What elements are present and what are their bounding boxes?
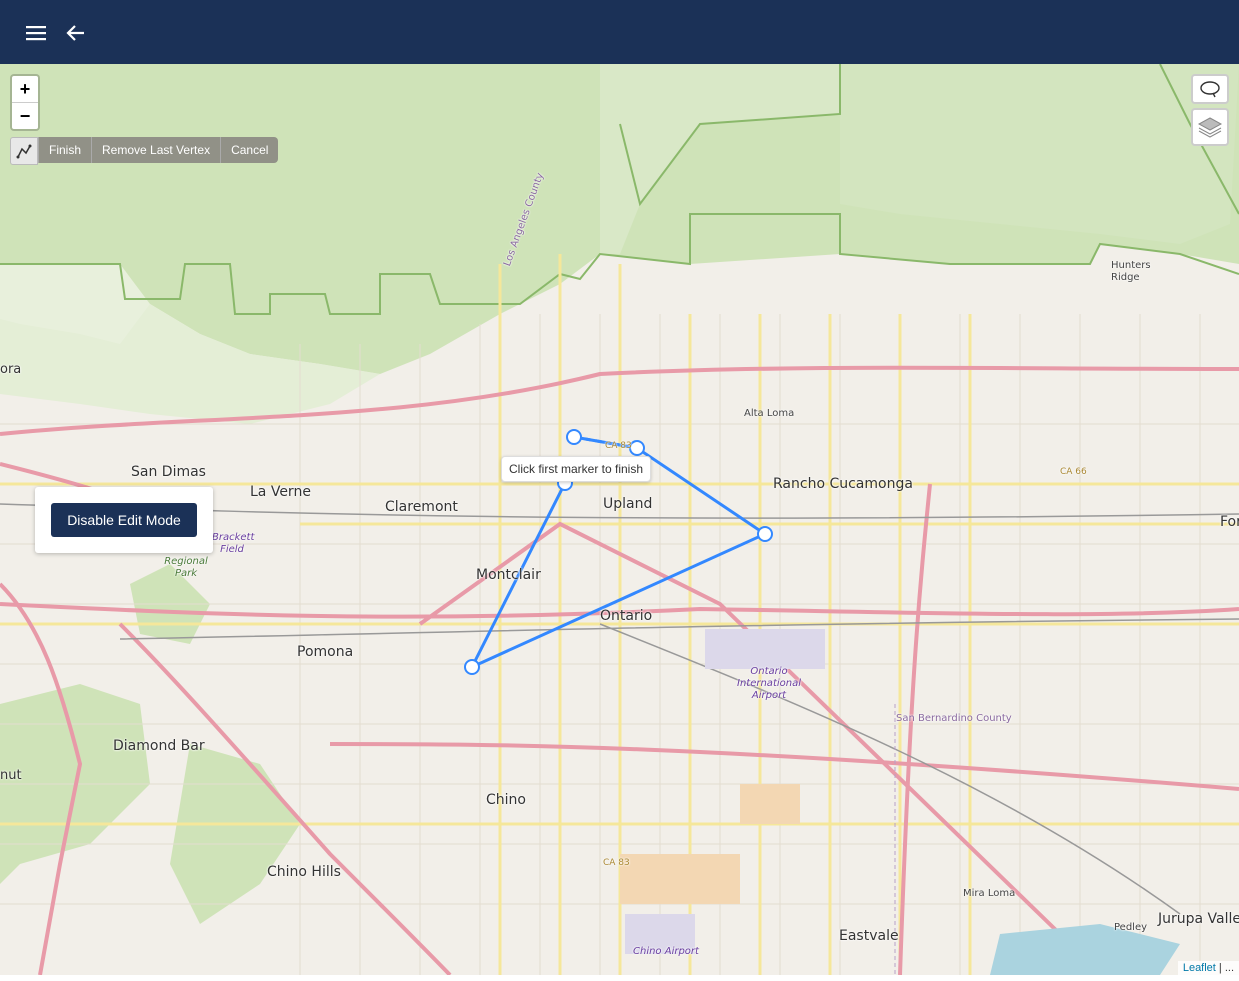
airport-label: Brackett Field <box>212 532 255 555</box>
place-label: Ontario <box>600 608 653 624</box>
airport-label: Ontario International Airport <box>737 666 801 701</box>
place-label: Chino <box>486 792 526 808</box>
zoom-control: + − <box>10 74 40 131</box>
place-label: nut <box>0 768 22 783</box>
edit-mode-panel: Disable Edit Mode <box>35 487 213 553</box>
lasso-icon[interactable] <box>1191 74 1229 104</box>
place-label: Claremont <box>385 499 458 515</box>
place-label: Montclair <box>476 567 541 583</box>
layers-icon[interactable] <box>1191 108 1229 146</box>
place-label: Pomona <box>297 644 354 660</box>
map-canvas[interactable]: ora San Dimas La Verne Claremont Upland … <box>0 64 1239 975</box>
airport-label: Chino Airport <box>633 946 699 957</box>
park-label: Regional Park <box>164 556 208 579</box>
route-shield: CA 83 <box>603 858 630 868</box>
route-shield: CA 83 <box>605 441 632 451</box>
place-label: Hunters Ridge <box>1111 260 1151 283</box>
app-header <box>0 0 1239 64</box>
place-label: Mira Loma <box>963 888 1016 899</box>
place-label: For <box>1220 514 1239 530</box>
place-label: Chino Hills <box>267 864 341 880</box>
finish-button[interactable]: Finish <box>38 137 92 163</box>
county-label: San Bernardino County <box>896 713 1012 724</box>
route-shield: CA 66 <box>1060 467 1087 477</box>
place-label: Jurupa Valley <box>1158 911 1239 927</box>
place-label: Alta Loma <box>744 408 795 419</box>
place-label: Eastvale <box>839 928 899 944</box>
zoom-out-button[interactable]: − <box>12 102 38 129</box>
draw-polyline-icon[interactable] <box>10 137 38 165</box>
arrow-left-icon[interactable] <box>63 20 89 46</box>
place-label: Pedley <box>1114 922 1148 933</box>
disable-edit-mode-button[interactable]: Disable Edit Mode <box>51 503 197 537</box>
hamburger-menu-icon[interactable] <box>23 20 49 46</box>
attribution-text: | ... <box>1215 962 1234 974</box>
remove-last-vertex-button[interactable]: Remove Last Vertex <box>91 137 221 163</box>
place-label: La Verne <box>250 484 311 500</box>
draw-toolbar: Finish Remove Last Vertex Cancel <box>10 137 279 165</box>
place-label: Rancho Cucamonga <box>773 476 913 492</box>
place-label: Upland <box>603 496 653 512</box>
zoom-in-button[interactable]: + <box>12 76 38 102</box>
bottom-strip <box>0 975 1239 981</box>
place-label: ora <box>0 362 22 377</box>
place-label: San Dimas <box>131 464 206 480</box>
draw-tooltip: Click first marker to finish <box>501 456 652 482</box>
place-label: Diamond Bar <box>113 738 205 754</box>
map-attribution: Leaflet | ... <box>1177 961 1239 975</box>
cancel-button[interactable]: Cancel <box>220 137 279 163</box>
leaflet-link[interactable]: Leaflet <box>1183 962 1216 974</box>
